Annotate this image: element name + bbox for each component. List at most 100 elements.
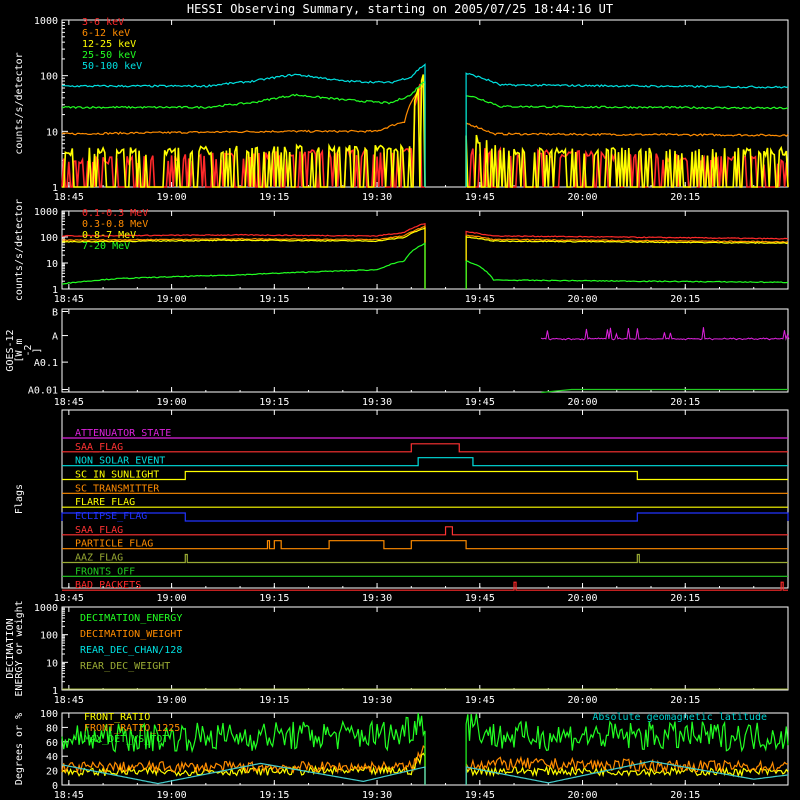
x-tick-label: 20:00 xyxy=(567,397,597,408)
legend-entry: DECIMATION_ENERGY xyxy=(80,613,182,624)
flag-label: SC_TRANSMITTER xyxy=(75,483,160,494)
flag-line-saa-flag xyxy=(62,526,788,536)
y-tick-label: 100 xyxy=(40,233,58,244)
legend-entry: 3-6 keV xyxy=(82,17,124,28)
x-tick-label: 19:30 xyxy=(362,695,392,706)
x-tick-label: 19:15 xyxy=(259,192,289,203)
x-tick-label: 20:00 xyxy=(567,790,597,800)
flag-label: ECLIPSE_FLAG xyxy=(75,511,147,522)
x-tick-label: 19:15 xyxy=(259,294,289,305)
panel-frame xyxy=(61,308,789,393)
flag-line-bad-packets xyxy=(62,581,788,591)
x-tick-label: 20:15 xyxy=(670,695,700,706)
x-tick-label: 19:00 xyxy=(157,593,187,604)
flag-label: PARTICLE_FLAG xyxy=(75,539,153,550)
y-tick-label: 80 xyxy=(46,723,58,734)
x-tick-label: 19:45 xyxy=(465,294,495,305)
x-tick-label: 19:00 xyxy=(157,192,187,203)
y-tick-label: 1 xyxy=(52,285,58,296)
flag-label: SC_IN_SUNLIGHT xyxy=(75,470,159,481)
x-tick-label: 19:15 xyxy=(259,790,289,800)
x-tick-label: 19:00 xyxy=(157,790,187,800)
y-tick-label: B xyxy=(52,307,58,318)
legend-entry: 25-50 keV xyxy=(82,50,136,61)
y-tick-label: 1000 xyxy=(34,603,58,614)
series-line-7-20-mev xyxy=(465,260,789,289)
y-tick-label: 40 xyxy=(46,752,58,763)
chart-title: HESSI Observing Summary, starting on 200… xyxy=(187,2,613,16)
x-tick-label: 19:30 xyxy=(362,294,392,305)
series-line-12-25-kev xyxy=(465,134,789,188)
y-tick-label: 100 xyxy=(40,709,58,720)
legend-entry: 0.3-0.8 MeV xyxy=(82,219,148,230)
x-tick-label: 20:15 xyxy=(670,593,700,604)
x-tick-label: 20:00 xyxy=(567,294,597,305)
y-axis-label: ] xyxy=(32,347,43,353)
y-tick-label: 10 xyxy=(46,658,58,669)
flag-line-sc-in-sunlight xyxy=(62,470,788,481)
y-axis-label: Flags xyxy=(14,484,25,514)
y-tick-label: 20 xyxy=(46,767,58,778)
flag-line-non-solar-event xyxy=(62,457,788,467)
legend-entry: 0.1-0.3 MeV xyxy=(82,208,148,219)
flag-line-saa-flag xyxy=(62,443,788,453)
x-tick-label: 20:00 xyxy=(567,593,597,604)
y-axis-label: Degrees or % xyxy=(14,713,25,785)
x-tick-label: 20:15 xyxy=(670,790,700,800)
x-tick-label: 19:45 xyxy=(465,593,495,604)
y-tick-label: 100 xyxy=(40,631,58,642)
x-tick-label: 19:45 xyxy=(465,397,495,408)
flag-line-aaz-flag xyxy=(62,553,788,564)
legend-entry: 50-100 keV xyxy=(82,61,142,72)
x-tick-label: 19:00 xyxy=(157,294,187,305)
flag-label: SAA_FLAG xyxy=(75,525,123,536)
flag-label: SAA_FLAG xyxy=(75,442,123,453)
flag-line-particle-flag xyxy=(62,540,788,550)
goes-short-channel xyxy=(540,327,790,341)
legend-entry: FRONT_RATIO xyxy=(84,712,150,723)
y-tick-label: 10 xyxy=(46,259,58,270)
flag-label: AAZ_FLAG xyxy=(75,553,123,564)
flag-label: NON_SOLAR_EVENT xyxy=(75,456,165,467)
y-tick-label: A0.01 xyxy=(28,386,58,397)
x-tick-label: 19:15 xyxy=(259,695,289,706)
flag-label: FLARE_FLAG xyxy=(75,497,135,508)
legend-entry: REAR_DEC_WEIGHT xyxy=(80,661,170,672)
flag-label: ATTENUATOR_STATE xyxy=(75,428,171,439)
y-tick-label: 1000 xyxy=(34,207,58,218)
flag-line-eclipse-flag xyxy=(61,512,789,522)
x-tick-label: 19:45 xyxy=(465,790,495,800)
x-tick-label: 19:45 xyxy=(465,192,495,203)
hessi-summary-plot: HESSI Observing Summary, starting on 200… xyxy=(0,0,800,800)
legend-entry: 6-12 keV xyxy=(82,28,130,39)
y-tick-label: 10 xyxy=(46,127,58,138)
series-line-max-det-vs-tot xyxy=(465,713,789,785)
x-tick-label: 19:00 xyxy=(157,695,187,706)
x-tick-label: 18:45 xyxy=(54,397,84,408)
x-tick-label: 18:45 xyxy=(54,192,84,203)
y-tick-label: 0 xyxy=(52,781,58,792)
x-tick-label: 19:00 xyxy=(157,397,187,408)
x-tick-label: 18:45 xyxy=(54,294,84,305)
x-tick-label: 19:30 xyxy=(362,397,392,408)
y-tick-label: 100 xyxy=(40,72,58,83)
y-tick-label: 1000 xyxy=(34,16,58,27)
y-axis-label: ENERGY or weight xyxy=(14,600,25,696)
x-tick-label: 19:30 xyxy=(362,593,392,604)
x-tick-label: 18:45 xyxy=(54,695,84,706)
legend-entry: REAR_DEC_CHAN/128 xyxy=(80,645,182,656)
x-tick-label: 19:15 xyxy=(259,397,289,408)
x-tick-label: 20:15 xyxy=(670,294,700,305)
x-tick-label: 18:45 xyxy=(54,790,84,800)
y-tick-label: 1 xyxy=(52,183,58,194)
flag-label: BAD_PACKETS xyxy=(75,580,141,591)
legend-entry: DECIMATION_WEIGHT xyxy=(80,629,182,640)
x-tick-label: 20:00 xyxy=(567,695,597,706)
y-tick-label: 60 xyxy=(46,738,58,749)
x-tick-label: 20:15 xyxy=(670,192,700,203)
legend-entry: MAX_DET_VS_TOT xyxy=(84,734,168,745)
legend-entry: 12-25 keV xyxy=(82,39,136,50)
x-tick-label: 19:30 xyxy=(362,192,392,203)
legend-entry: FRONT_RATIO_1225 xyxy=(84,723,180,734)
x-tick-label: 19:45 xyxy=(465,695,495,706)
